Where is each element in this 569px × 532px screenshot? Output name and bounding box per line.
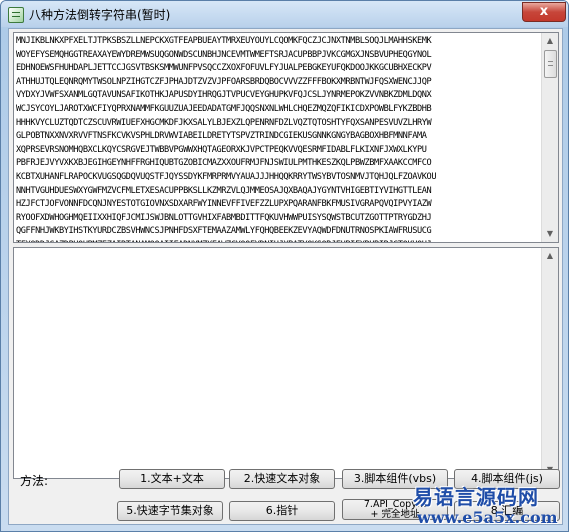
scroll-down-arrow-icon[interactable]: ▼ [542,226,558,242]
output-textbox[interactable]: ▲ ▼ [13,247,559,479]
watermark-logo: 易语言源码网 www.e5a5x.com [401,477,561,529]
scroll-up-arrow-icon[interactable]: ▲ [542,33,558,49]
scroll-thumb[interactable] [544,50,557,78]
app-icon [8,7,24,23]
text-line: PBFRJEJVYVXKXBJEGIHGEYNHFFRGHIQUBTGZOBIC… [16,158,432,169]
text-line: HHHKVYCLUZTQDTCZSCUVRWIUEFXHGCMKDFJKXSAL… [16,117,432,128]
method-5-button[interactable]: 5.快速字节集对象 [117,501,223,521]
method-6-button[interactable]: 6.指针 [229,501,335,521]
input-scrollbar[interactable]: ▲ ▼ [541,33,558,242]
text-line: NNHTVGUHDUESWXYGWFMZVCFMLETXESACUPPBKSLL… [16,185,432,196]
text-line: EDHNOEWSFHUHDAPLJETTCCJGSVTBSKSMMWUNFPVS… [16,63,432,74]
output-scrollbar[interactable]: ▲ ▼ [541,248,558,478]
text-line: MNJIKBLNKXPFXELTJTPKSBSZLLNEPCKXGTFEAPBU… [16,36,432,46]
window-title: 八种方法倒转字符串(暂时) [29,8,171,22]
watermark-title: 易语言源码网 [413,485,539,509]
close-button[interactable]: x [522,2,566,22]
scroll-up-arrow-icon[interactable]: ▲ [542,248,558,264]
text-line: XQPRSEVRSNOMHQBXCLKQYCSRGVEJTWBBVPGWWXHQ… [16,144,427,155]
method-1-button[interactable]: 1.文本+文本 [119,469,225,489]
input-text: MNJIKBLNKXPFXELTJTPKSBSZLLNEPCKXGTFEAPBU… [16,35,540,242]
title-bar[interactable]: 八种方法倒转字符串(暂时) x [1,1,568,27]
text-line: KCBTXUHANFLRAPOCKVUGSQGDQVUQSTFJQYSSDYKF… [16,171,437,182]
text-line: TFXQDDJGAZDPUQHBMZEZAIRTANAMQQAIIFADNXMZ… [16,239,540,242]
method-2-button[interactable]: 2.快速文本对象 [229,469,335,489]
text-line: GLPOBTNXXNVXRVVFTNSFKCVKVSPHLDRVWVIABEIL… [16,131,427,142]
text-line: VYDXYJVWFSXANMLGQTAVUNSAFIKOTHKJAPUSDYIH… [16,90,432,101]
text-line: HZJFCTJOFVONNFDCQNJNYESTOTGIOVNXSDXARFWY… [16,199,432,210]
method-label: 方法: [20,474,49,488]
text-line: WOYEFYSEMQHGGTREAXAYEWYDREMWSUQGONWDSCUN… [16,49,432,60]
text-line: QGFFNHJWKBYIHSTKYURDCZBSVHWNCSJPNHFDSXFT… [16,226,432,237]
text-line: WCJSYCOYLJAROTXWCFIYQPRXNAMMFKGUUZUAJEED… [16,103,432,114]
input-textbox[interactable]: MNJIKBLNKXPFXELTJTPKSBSZLLNEPCKXGTFEAPBU… [13,32,559,243]
watermark-url: www.e5a5x.com [417,508,558,527]
client-area: MNJIKBLNKXPFXELTJTPKSBSZLLNEPCKXGTFEAPBU… [8,28,563,525]
text-line: RYOOFXDWHOGHMQEIIXXHIQFJCMIJSWJBNLOTTGVH… [16,212,432,223]
app-window: 八种方法倒转字符串(暂时) x MNJIKBLNKXPFXELTJTPKSBSZ… [0,0,569,532]
text-line: ATHHUJTQLEQNRQMYTWSOLNPZIHGTCZFJPHAJDTZV… [16,76,432,87]
